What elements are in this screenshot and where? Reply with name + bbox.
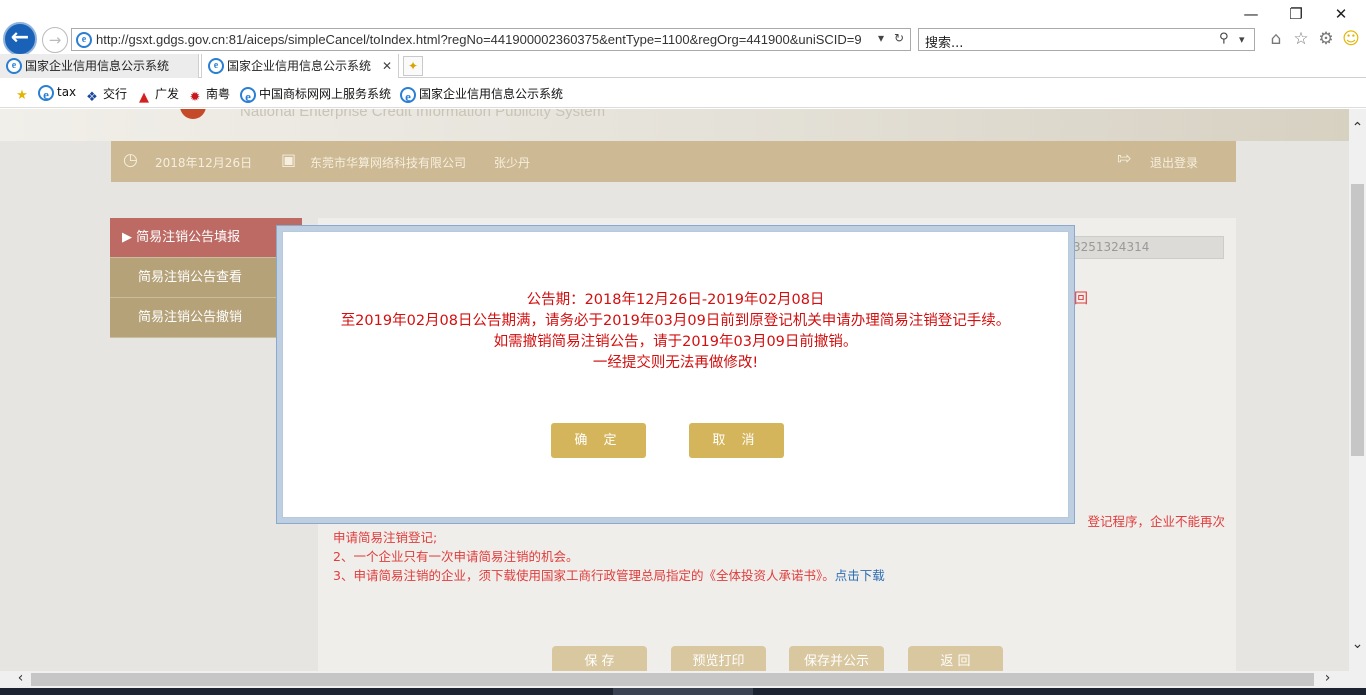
- smiley-feedback-icon[interactable]: ☺: [1340, 29, 1362, 49]
- dialog-line: 至2019年02月08日公告期满，请务必于2019年03月09日前到原登记机关申…: [340, 313, 1011, 329]
- horizontal-scroll-thumb[interactable]: [31, 673, 1314, 686]
- company-icon: ▣: [281, 150, 297, 169]
- tab-bar: e 国家企业信用信息公示系统 e 国家企业信用信息公示系统 ✕: [0, 54, 1366, 78]
- dialog-line: 如需撤销简易注销公告，请于2019年03月09日前撤销。: [493, 334, 858, 350]
- site-name-en: National Enterprise Credit Information P…: [240, 109, 606, 120]
- note-line: 3、申请简易注销的企业，须下载使用国家工商行政管理总局指定的《全体投资人承诺书》…: [333, 568, 885, 583]
- scrollbar-corner: [1349, 671, 1366, 688]
- favorites-star-icon[interactable]: ☆: [1290, 29, 1312, 49]
- bocom-logo-icon: ❖: [86, 90, 98, 105]
- home-icon[interactable]: ⌂: [1265, 29, 1287, 49]
- favorites-bar: ★ e tax ❖ 交行 ▲ 广发 ✹ 南粤 e 中国商标网网上服务系统 e 国家企业信用信…: [0, 79, 1366, 108]
- ie-tab-icon: e: [6, 58, 22, 74]
- return-button[interactable]: 返 回: [908, 646, 1003, 671]
- scroll-down-icon[interactable]: ⌄: [1349, 636, 1366, 652]
- user-name: 张少丹: [494, 156, 531, 170]
- note-line: 申请简易注销登记;: [333, 530, 438, 545]
- dropdown-icon[interactable]: ▾: [878, 31, 884, 45]
- cancel-button[interactable]: 取 消: [689, 423, 784, 458]
- ie-page-icon: e: [38, 85, 54, 102]
- tab-active[interactable]: e 国家企业信用信息公示系统 ✕: [201, 54, 399, 78]
- menu-item-fill[interactable]: ▶ 简易注销公告填报: [110, 218, 302, 258]
- fav-item-tax[interactable]: e tax: [38, 85, 76, 102]
- address-bar[interactable]: e http://gsxt.gdgs.gov.cn:81/aiceps/simp…: [71, 28, 911, 51]
- ie-tab-icon: e: [208, 58, 224, 74]
- favorites-add-icon[interactable]: ★: [14, 85, 33, 104]
- dialog-message: 公告期：2018年12月26日-2019年02月08日 至2019年02月08日…: [282, 290, 1069, 374]
- nanyue-logo-icon: ✹: [189, 90, 201, 105]
- tab-inactive[interactable]: e 国家企业信用信息公示系统: [0, 54, 199, 78]
- company-name: 东莞市华算网络科技有限公司: [310, 156, 467, 170]
- search-icon[interactable]: ⚲: [1219, 31, 1229, 46]
- fav-item-trademark[interactable]: e 中国商标网网上服务系统: [240, 85, 391, 104]
- date-text: 2018年12月26日: [155, 156, 253, 170]
- tab-label: 国家企业信用信息公示系统: [227, 59, 372, 73]
- dialog-body: [282, 231, 1069, 518]
- back-button[interactable]: ←: [3, 22, 37, 56]
- minimize-icon[interactable]: —: [1236, 4, 1266, 24]
- download-link[interactable]: 点击下载: [835, 568, 885, 583]
- address-text[interactable]: http://gsxt.gdgs.gov.cn:81/aiceps/simple…: [96, 32, 876, 47]
- close-tab-icon[interactable]: ✕: [382, 54, 392, 78]
- confirm-button[interactable]: 确 定: [551, 423, 646, 458]
- fav-item-bocom[interactable]: ❖ 交行: [84, 85, 127, 106]
- save-publish-button[interactable]: 保存并公示: [789, 646, 884, 671]
- menu-item-view[interactable]: 简易注销公告查看: [110, 258, 302, 298]
- ie-page-icon: e: [400, 87, 416, 104]
- new-tab-button[interactable]: ✦: [403, 56, 423, 76]
- cgb-logo-icon: ▲: [139, 90, 149, 105]
- taskbar-item[interactable]: [613, 688, 753, 695]
- notes-list: 申请简易注销登记; 2、一个企业只有一次申请简易注销的机会。 3、申请简易注销的…: [333, 528, 1233, 585]
- search-input[interactable]: 搜索...: [925, 32, 963, 51]
- scroll-left-icon[interactable]: ‹: [12, 670, 29, 686]
- note-line: 2、一个企业只有一次申请简易注销的机会。: [333, 549, 579, 564]
- scroll-up-icon[interactable]: ⌃: [1349, 120, 1366, 136]
- logout-link[interactable]: 退出登录: [1150, 154, 1198, 171]
- dialog-line: 公告期：2018年12月26日-2019年02月08日: [526, 292, 825, 308]
- red-text-fragment: 回: [1074, 291, 1088, 307]
- clock-icon: ◷: [123, 150, 138, 170]
- fav-item-gsxt[interactable]: e 国家企业信用信息公示系统: [400, 85, 563, 104]
- refresh-icon[interactable]: ↻: [894, 31, 904, 45]
- ie-page-icon: e: [76, 32, 92, 48]
- save-button[interactable]: 保 存: [552, 646, 647, 671]
- settings-gear-icon[interactable]: ⚙: [1315, 29, 1337, 49]
- logout-icon[interactable]: ⇰: [1117, 149, 1131, 169]
- search-box[interactable]: 搜索... ⚲ ▾: [918, 28, 1255, 51]
- scroll-right-icon[interactable]: ›: [1319, 670, 1336, 686]
- restore-icon[interactable]: ❐: [1281, 4, 1311, 24]
- side-menu: ▶ 简易注销公告填报 简易注销公告查看 简易注销公告撤销: [110, 218, 302, 338]
- forward-button[interactable]: →: [42, 27, 68, 53]
- close-window-icon[interactable]: ✕: [1326, 4, 1356, 24]
- search-dropdown-icon[interactable]: ▾: [1239, 33, 1245, 46]
- dialog-line: 一经提交则无法再做修改!: [592, 355, 759, 371]
- preview-print-button[interactable]: 预览打印: [671, 646, 766, 671]
- reg-number-field[interactable]: 3251324314: [1068, 236, 1224, 259]
- info-bar: ◷ 2018年12月26日 ▣ 东莞市华算网络科技有限公司 张少丹 ⇰ 退出登录: [111, 141, 1236, 182]
- ie-page-icon: e: [240, 87, 256, 104]
- fav-item-nanyue[interactable]: ✹ 南粤: [187, 85, 230, 106]
- fav-item-cgb[interactable]: ▲ 广发: [136, 85, 179, 106]
- vertical-scroll-thumb[interactable]: [1351, 184, 1364, 456]
- menu-item-revoke[interactable]: 简易注销公告撤销: [110, 298, 302, 338]
- tab-label: 国家企业信用信息公示系统: [25, 59, 170, 73]
